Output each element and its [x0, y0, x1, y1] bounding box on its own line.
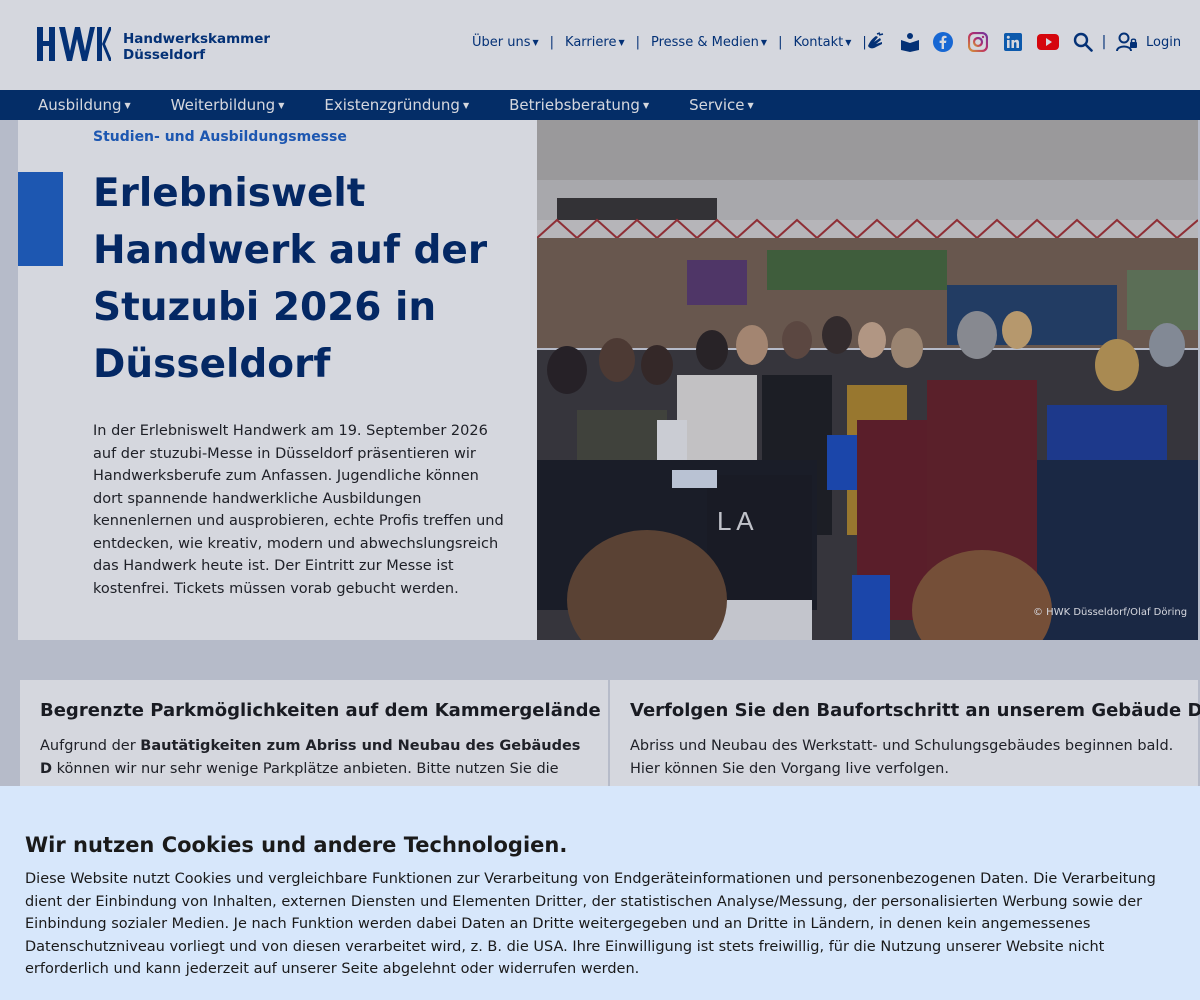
- user-icon: [1116, 32, 1137, 52]
- card-text: Aufgrund der Bautätigkeiten zum Abriss u…: [40, 735, 590, 781]
- main-nav-ausbildung[interactable]: Ausbildung ▼: [38, 96, 131, 114]
- main-nav-label: Weiterbildung: [170, 96, 276, 114]
- divider: |: [635, 34, 640, 50]
- top-nav-karriere[interactable]: Karriere ▼: [565, 35, 625, 50]
- photo-credit: © HWK Düsseldorf/Olaf Döring: [1033, 607, 1188, 618]
- caret-down-icon: ▼: [845, 37, 852, 47]
- top-nav-label: Über uns: [472, 34, 531, 50]
- caret-down-icon: ▼: [124, 100, 131, 110]
- cookie-text: Diese Website nutzt Cookies und vergleic…: [25, 871, 1156, 977]
- top-nav-kontakt[interactable]: Kontakt ▼: [793, 35, 851, 50]
- site-header: Handwerkskammer Düsseldorf Über uns ▼ | K…: [0, 0, 1200, 90]
- instagram-icon[interactable]: [967, 28, 989, 56]
- youtube-icon[interactable]: [1036, 28, 1060, 56]
- cookie-title: Wir nutzen Cookies und andere Technologi…: [25, 833, 568, 857]
- main-nav-label: Existenzgründung: [324, 96, 460, 114]
- main-nav-weiterbildung[interactable]: Weiterbildung ▼: [171, 96, 285, 114]
- logo-line-1: Handwerkskammer: [123, 31, 271, 47]
- main-nav-service[interactable]: Service ▼: [689, 96, 754, 114]
- caret-down-icon: ▼: [642, 100, 650, 110]
- main-nav-existenzgruendung[interactable]: Existenzgründung ▼: [324, 96, 469, 114]
- hwk-logo-icon: [37, 27, 111, 61]
- search-icon[interactable]: [1072, 28, 1094, 56]
- linkedin-icon[interactable]: [1002, 28, 1024, 56]
- card-title: Begrenzte Parkmöglichkeiten auf dem Kamm…: [40, 700, 601, 721]
- login-label: Login: [1146, 34, 1182, 50]
- cookie-banner: Wir nutzen Cookies und andere Technologi…: [0, 786, 1200, 1000]
- top-nav-label: Karriere: [565, 34, 617, 50]
- caret-down-icon: ▼: [760, 37, 768, 47]
- card-text-part: Aufgrund der: [40, 738, 141, 754]
- card-text: Abriss und Neubau des Werkstatt- und Sch…: [630, 738, 1174, 777]
- hero-title[interactable]: Erlebniswelt Handwerk auf der Stuzubi 20…: [93, 165, 513, 393]
- hero-accent-bar: [18, 172, 63, 266]
- top-nav-ueber-uns[interactable]: Über uns ▼: [472, 35, 539, 50]
- logo-link[interactable]: Handwerkskammer Düsseldorf: [0, 0, 313, 90]
- facebook-icon[interactable]: [932, 28, 954, 56]
- divider: |: [778, 34, 783, 50]
- hero-photo[interactable]: L A: [537, 120, 1198, 640]
- card-text-part: können wir nur sehr wenige Parkplätze an…: [52, 761, 559, 777]
- card-title: Verfolgen Sie den Baufortschritt an unse…: [630, 700, 1200, 721]
- logo-line-2: Düsseldorf: [123, 47, 206, 63]
- divider: |: [1101, 34, 1107, 50]
- caret-down-icon: ▼: [462, 100, 470, 110]
- caret-down-icon: ▼: [532, 37, 539, 47]
- caret-down-icon: ▼: [618, 37, 625, 47]
- top-nav-presse[interactable]: Presse & Medien ▼: [651, 35, 767, 50]
- easy-language-icon[interactable]: [899, 28, 921, 56]
- main-nav-label: Service: [689, 96, 745, 114]
- logo-wordmark: Handwerkskammer Düsseldorf: [123, 31, 270, 63]
- hero-kicker: Studien- und Ausbildungsmesse: [93, 129, 347, 145]
- top-nav-label: Kontakt: [793, 34, 844, 50]
- sign-language-icon[interactable]: [864, 28, 888, 56]
- login-button[interactable]: Login: [1116, 32, 1181, 52]
- main-nav-betriebsberatung[interactable]: Betriebsberatung ▼: [509, 96, 649, 114]
- main-nav-label: Ausbildung: [38, 96, 122, 114]
- hero-description: In der Erlebniswelt Handwerk am 19. Sept…: [93, 423, 504, 597]
- caret-down-icon: ▼: [747, 100, 754, 110]
- top-nav: Über uns ▼ | Karriere ▼ | Presse & Medien ▼…: [472, 32, 878, 52]
- svg-text:L A: L A: [717, 506, 754, 536]
- caret-down-icon: ▼: [278, 100, 285, 110]
- main-nav-label: Betriebsberatung: [509, 96, 640, 114]
- top-nav-label: Presse & Medien: [650, 34, 759, 50]
- divider: |: [549, 34, 555, 50]
- main-nav: Ausbildung ▼ Weiterbildung ▼ Existenzgründ…: [0, 90, 1200, 120]
